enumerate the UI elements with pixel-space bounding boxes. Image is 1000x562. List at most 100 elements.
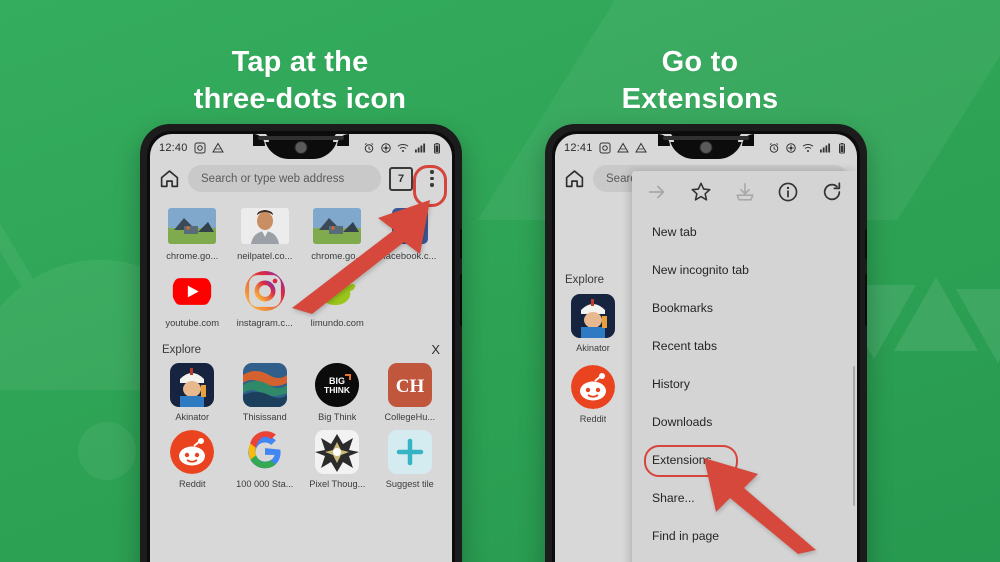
explore-tile-label: Big Think [318, 412, 357, 422]
pixelthoughts-icon [315, 430, 360, 474]
home-icon[interactable] [159, 168, 180, 189]
headline-right: Go to Extensions [545, 44, 855, 118]
omnibox-input[interactable]: Search or type web address [188, 165, 381, 192]
screenshot-icon [599, 142, 611, 153]
earpiece-speaker [258, 136, 344, 140]
menu-item-history[interactable]: History [632, 365, 857, 403]
drive-icon [616, 142, 629, 152]
tab-counter-button[interactable]: 7 [389, 166, 413, 191]
explore-tile[interactable]: Akinator [156, 363, 229, 422]
thisissand-icon [242, 363, 287, 407]
svg-text:THINK: THINK [324, 385, 351, 395]
drive-icon [211, 142, 224, 152]
reddit-icon [170, 430, 215, 474]
menu-quick-actions [632, 171, 857, 211]
close-icon[interactable]: X [431, 342, 440, 357]
menu-item-label: Downloads [652, 415, 713, 429]
explore-tile[interactable]: Reddit [565, 365, 621, 424]
collegehumor-icon: CH [387, 363, 432, 407]
status-clock: 12:40 [159, 141, 188, 154]
photo-thumbnail [168, 208, 217, 244]
front-camera-icon [699, 141, 713, 154]
menu-item-new-tab[interactable]: New tab [632, 213, 857, 251]
screenshot-root: Tap at the three-dots icon Go to Extensi… [0, 0, 1000, 562]
battery-icon [839, 142, 845, 153]
menu-item-recent-tabs[interactable]: Recent tabs [632, 327, 857, 365]
headline-right-line2: Extensions [621, 83, 779, 116]
menu-item-bookmarks[interactable]: Bookmarks [632, 289, 857, 327]
home-icon[interactable] [564, 168, 585, 189]
wifi-icon [802, 143, 814, 152]
download-icon[interactable] [734, 181, 756, 203]
explore-tile[interactable]: Akinator [565, 294, 621, 353]
menu-item-label: New incognito tab [652, 263, 749, 277]
menu-item-label: Share... [652, 491, 695, 505]
shortcut-label: youtube.com [165, 317, 220, 328]
explore-tile-label: Reddit [579, 414, 607, 424]
menu-item-downloads[interactable]: Downloads [632, 403, 857, 441]
menu-item-label: History [652, 377, 690, 391]
shortcut-label: chrome.go... [166, 250, 219, 261]
menu-item-label: Recent tabs [652, 339, 718, 353]
shortcut-label: instagram.c... [236, 317, 293, 328]
headline-left-line1: Tap at the [231, 46, 369, 78]
explore-tile[interactable]: CH CollegeHu... [374, 363, 447, 422]
explore-tile[interactable]: Pixel Thoug... [301, 430, 374, 489]
explore-tile-label: Pixel Thoug... [309, 479, 366, 489]
location-icon [381, 142, 391, 153]
wifi-icon [397, 143, 409, 152]
menu-scrollbar[interactable] [852, 366, 855, 506]
akinator-icon [170, 363, 215, 407]
explore-tile-label: Suggest tile [385, 479, 434, 489]
explore-grid-left: Akinator Thisissand BIGTHINK Big Think [150, 359, 452, 497]
alarm-icon [364, 142, 374, 153]
front-camera-icon [294, 141, 308, 154]
menu-item-new-incognito-tab[interactable]: New incognito tab [632, 251, 857, 289]
explore-header-left: Explore X [150, 338, 452, 359]
browser-toolbar-left: Search or type web address 7 [150, 161, 452, 200]
shortcut-label: limundo.com [310, 317, 364, 328]
drive-icon [634, 142, 647, 152]
svg-text:CH: CH [396, 376, 425, 397]
headline-left: Tap at the three-dots icon [115, 44, 485, 118]
earpiece-speaker [663, 136, 749, 140]
plus-icon [387, 430, 432, 474]
reddit-icon [571, 365, 615, 409]
headline-left-line2: three-dots icon [193, 83, 407, 116]
explore-tile-suggest[interactable]: Suggest tile [374, 430, 447, 489]
shortcut-tile[interactable]: chrome.go... [156, 208, 229, 261]
google-icon [243, 430, 287, 474]
explore-title: Explore [565, 274, 604, 286]
explore-tile[interactable]: Thisissand [229, 363, 302, 422]
location-icon [786, 142, 796, 153]
screenshot-icon [194, 142, 206, 153]
shortcut-tile[interactable]: youtube.com [156, 271, 229, 328]
youtube-icon [172, 271, 212, 311]
explore-tile-label: CollegeHu... [384, 412, 436, 422]
explore-tile-label: 100 000 Sta... [236, 479, 294, 489]
signal-icon [415, 143, 426, 152]
tab-count-value: 7 [397, 172, 405, 185]
status-clock: 12:41 [564, 141, 593, 154]
explore-tile-label: Reddit [178, 479, 206, 489]
menu-item-label: New tab [652, 225, 697, 239]
headline-right-line1: Go to [661, 46, 739, 78]
explore-tile[interactable]: 100 000 Sta... [229, 430, 302, 489]
explore-tile-label: Thisissand [242, 412, 287, 422]
menu-item-label: Bookmarks [652, 301, 713, 315]
omnibox-placeholder: Search or type web address [201, 172, 345, 185]
battery-icon [434, 142, 440, 153]
akinator-icon [571, 294, 615, 338]
alarm-icon [769, 142, 779, 153]
explore-tile-label: Akinator [576, 343, 610, 353]
signal-icon [820, 143, 831, 152]
explore-title: Explore [162, 343, 201, 356]
reload-icon[interactable] [821, 181, 843, 203]
info-icon[interactable] [777, 181, 799, 203]
explore-tile[interactable]: Reddit [156, 430, 229, 489]
star-icon[interactable] [690, 181, 712, 203]
pointer-arrow-right [704, 458, 816, 554]
explore-tile-label: Akinator [175, 412, 210, 422]
forward-arrow-icon[interactable] [646, 181, 668, 203]
explore-tile[interactable]: BIG THINK Big Think [301, 363, 374, 422]
